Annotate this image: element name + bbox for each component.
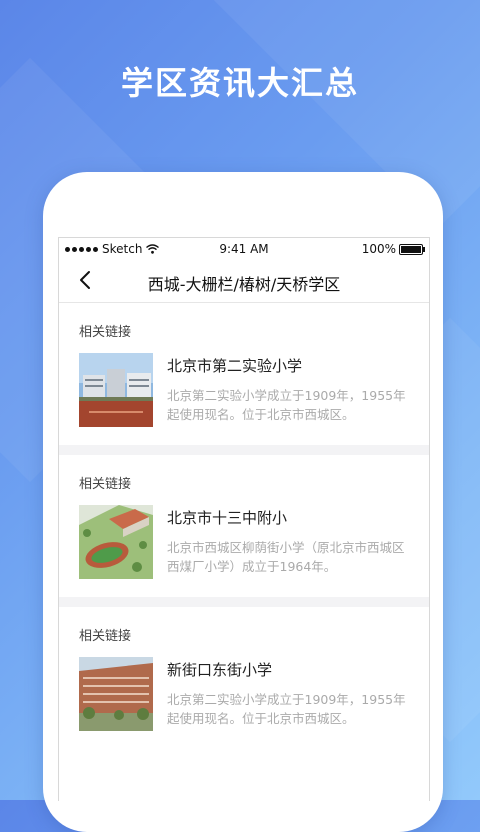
section-divider bbox=[59, 597, 429, 607]
school-description: 北京市西城区柳荫街小学（原北京市西城区西煤厂小学）成立于1964年。 bbox=[167, 540, 405, 574]
school-card[interactable]: 北京市十三中附小 北京市西城区柳荫街小学（原北京市西城区西煤厂小学）成立于196… bbox=[79, 505, 409, 579]
banner-title: 学区资讯大汇总 bbox=[120, 64, 359, 102]
section-divider bbox=[59, 445, 429, 455]
school-name: 新街口东街小学 bbox=[167, 661, 273, 679]
school-info: 新街口东街小学 北京第二实验小学成立于1909年，1955年起使用现名。位于北京… bbox=[167, 657, 409, 731]
school-section: 相关链接 北京市十三中附小 北京市西城区柳荫街小学（原北京市西城区西煤厂小学）成… bbox=[59, 455, 429, 579]
school-card[interactable]: 北京市第二实验小学 北京第二实验小学成立于1909年，1955年起使用现名。位于… bbox=[79, 353, 409, 427]
status-bar: Sketch 9:41 AM 100% bbox=[59, 238, 429, 260]
school-building-photo bbox=[79, 353, 153, 427]
phone-screen: Sketch 9:41 AM 100% 西城-大栅栏/椿树/天桥学区 相关链接 bbox=[58, 237, 430, 801]
school-name: 北京市第二实验小学 bbox=[167, 357, 303, 375]
school-description: 北京第二实验小学成立于1909年，1955年起使用现名。位于北京市西城区。 bbox=[167, 692, 406, 726]
school-info: 北京市第二实验小学 北京第二实验小学成立于1909年，1955年起使用现名。位于… bbox=[167, 353, 409, 427]
school-name: 北京市十三中附小 bbox=[167, 509, 288, 527]
nav-bar: 西城-大栅栏/椿树/天桥学区 bbox=[59, 260, 429, 303]
battery-label: 100% bbox=[361, 242, 396, 256]
school-card[interactable]: 新街口东街小学 北京第二实验小学成立于1909年，1955年起使用现名。位于北京… bbox=[79, 657, 409, 731]
page-title: 西城-大栅栏/椿树/天桥学区 bbox=[147, 275, 341, 294]
campus-aerial-photo bbox=[79, 505, 153, 579]
section-label: 相关链接 bbox=[79, 325, 132, 340]
school-info: 北京市十三中附小 北京市西城区柳荫街小学（原北京市西城区西煤厂小学）成立于196… bbox=[167, 505, 409, 579]
school-section: 相关链接 新街口东街小学 北京第二实验小学成立于1909年，1955年起使用现名… bbox=[59, 607, 429, 731]
school-description: 北京第二实验小学成立于1909年，1955年起使用现名。位于北京市西城区。 bbox=[167, 388, 406, 422]
school-section: 相关链接 北京市第二实验小学 北京第二实验小学成立于1909年，1955年起使用… bbox=[59, 303, 429, 427]
status-right: 100% bbox=[361, 242, 425, 256]
section-label: 相关链接 bbox=[79, 629, 132, 644]
battery-icon bbox=[399, 243, 425, 255]
section-label: 相关链接 bbox=[79, 477, 132, 492]
school-facade-photo bbox=[79, 657, 153, 731]
